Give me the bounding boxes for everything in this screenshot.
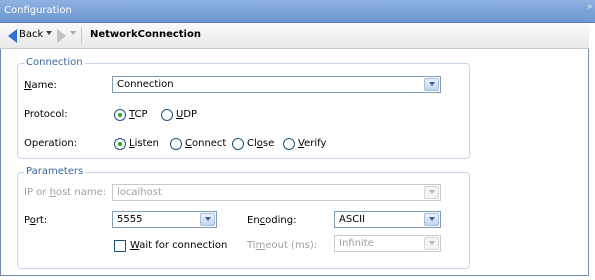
timeout-combobox[interactable]: Infinite: [334, 235, 441, 252]
operation-close-radio[interactable]: [232, 138, 244, 150]
parameters-legend: Parameters: [24, 166, 86, 177]
protocol-tcp-radio[interactable]: [114, 109, 126, 121]
operation-label: Operation:: [24, 138, 78, 149]
pin-icon[interactable]: ᵖ: [588, 4, 592, 14]
encoding-dropdown-button[interactable]: [424, 213, 439, 226]
radio-dot: [118, 113, 122, 117]
protocol-udp-radio[interactable]: [161, 109, 173, 121]
timeout-value: Infinite: [339, 238, 374, 249]
left-arrow-icon[interactable]: [8, 29, 17, 43]
window-title: Configuration: [4, 5, 72, 16]
operation-connect-label[interactable]: Connect: [185, 138, 226, 149]
navigation-bar: Back NetworkConnection: [0, 23, 589, 49]
window-titlebar: Configuration ᵖ: [0, 0, 595, 23]
operation-connect-radio[interactable]: [170, 138, 182, 150]
timeout-label: Timeout (ms):: [247, 240, 318, 251]
chevron-down-icon[interactable]: [46, 31, 52, 35]
ip-host-dropdown-button[interactable]: [424, 186, 439, 199]
separator: [81, 27, 82, 44]
wait-for-connection-label[interactable]: Wait for connection: [130, 240, 227, 251]
chevron-down-icon: [205, 217, 211, 221]
name-label: Name:: [24, 80, 57, 91]
ip-host-value: localhost: [117, 187, 162, 198]
chevron-down-icon: [429, 241, 435, 245]
protocol-udp-label[interactable]: UDP: [176, 109, 197, 120]
ip-host-combobox[interactable]: localhost: [112, 184, 441, 201]
operation-listen-label[interactable]: Listen: [129, 138, 159, 149]
right-arrow-icon[interactable]: [57, 29, 66, 43]
name-value: Connection: [117, 79, 174, 90]
ip-host-label: IP or host name:: [24, 187, 107, 198]
port-combobox[interactable]: 5555: [112, 211, 217, 228]
chevron-down-icon[interactable]: [70, 31, 76, 35]
chevron-down-icon: [429, 82, 435, 86]
encoding-label: Encoding:: [247, 215, 297, 226]
radio-dot: [118, 142, 122, 146]
encoding-value: ASCII: [339, 214, 366, 225]
page-title: NetworkConnection: [90, 29, 201, 40]
connection-legend: Connection: [24, 57, 85, 68]
operation-close-label[interactable]: Close: [247, 138, 274, 149]
port-label: Port:: [24, 215, 48, 226]
chevron-down-icon: [429, 217, 435, 221]
port-value: 5555: [117, 214, 143, 225]
name-dropdown-button[interactable]: [424, 78, 439, 91]
protocol-label: Protocol:: [24, 109, 68, 120]
timeout-dropdown-button[interactable]: [424, 237, 439, 250]
operation-listen-radio[interactable]: [114, 138, 126, 150]
chevron-down-icon: [429, 190, 435, 194]
name-combobox[interactable]: Connection: [112, 76, 441, 93]
wait-for-connection-checkbox[interactable]: [114, 240, 126, 252]
protocol-tcp-label[interactable]: TCP: [129, 109, 148, 120]
back-button-label[interactable]: Back: [19, 29, 43, 40]
operation-verify-label[interactable]: Verify: [298, 138, 326, 149]
operation-verify-radio[interactable]: [283, 138, 295, 150]
encoding-combobox[interactable]: ASCII: [334, 211, 441, 228]
port-dropdown-button[interactable]: [200, 213, 215, 226]
